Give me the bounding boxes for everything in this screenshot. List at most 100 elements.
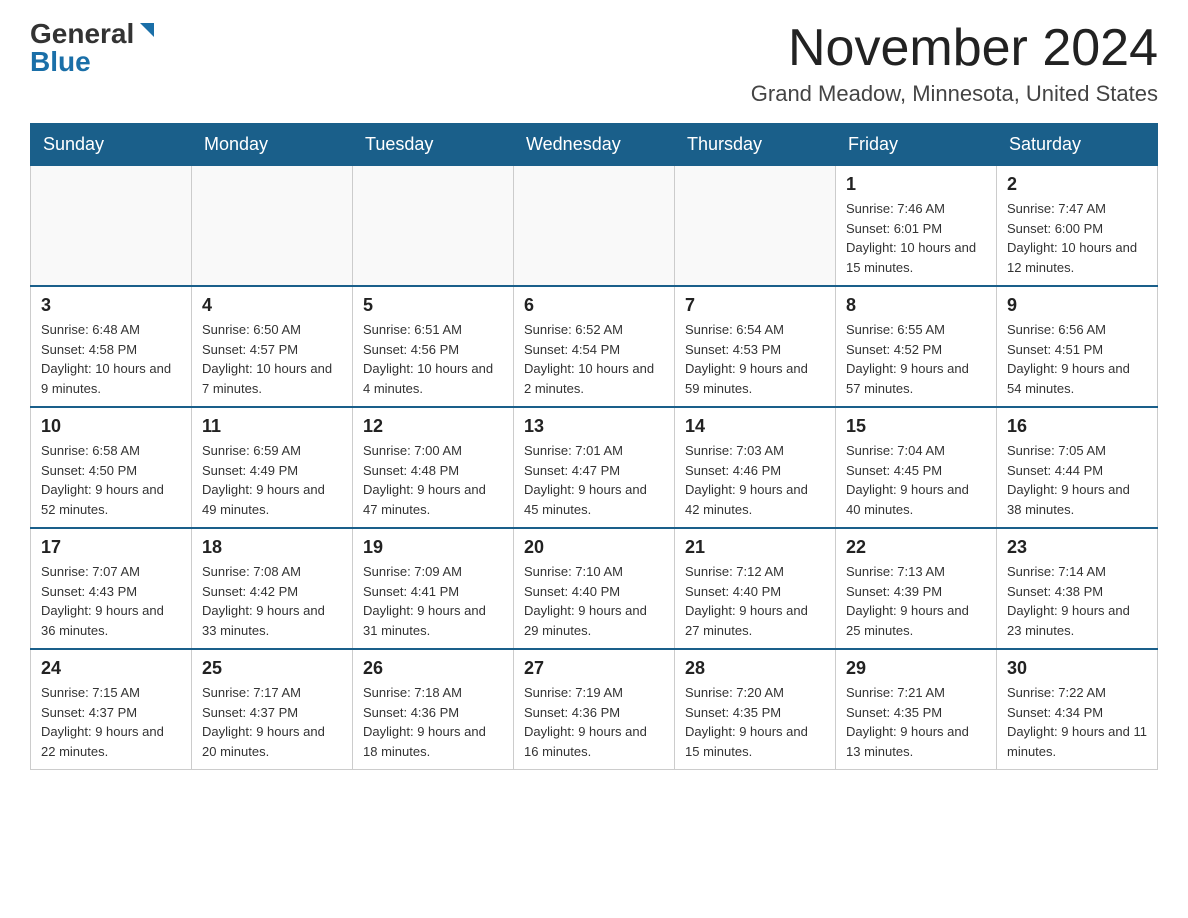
- calendar-cell: 7Sunrise: 6:54 AMSunset: 4:53 PMDaylight…: [675, 286, 836, 407]
- logo-general-text: General: [30, 20, 134, 48]
- calendar-cell: 21 Sunrise: 7:12 AMSunset: 4:40 PMDayligh…: [675, 528, 836, 649]
- day-number: 6: [524, 295, 664, 316]
- day-number: 3: [41, 295, 181, 316]
- calendar-cell: [353, 166, 514, 287]
- day-number: 17: [41, 537, 181, 558]
- column-header-monday: Monday: [192, 124, 353, 166]
- calendar-cell: 14Sunrise: 7:03 AMSunset: 4:46 PMDayligh…: [675, 407, 836, 528]
- day-number: 24: [41, 658, 181, 679]
- calendar-cell: 1 Sunrise: 7:46 AMSunset: 6:01 PMDaylight…: [836, 166, 997, 287]
- day-info: Sunrise: 7:18 AMSunset: 4:36 PMDaylight:…: [363, 683, 503, 761]
- column-header-sunday: Sunday: [31, 124, 192, 166]
- logo-blue-text: Blue: [30, 48, 91, 76]
- day-info: Sunrise: 7:07 AMSunset: 4:43 PMDaylight:…: [41, 562, 181, 640]
- week-row-2: 3 Sunrise: 6:48 AMSunset: 4:58 PMDaylight…: [31, 286, 1158, 407]
- day-info: Sunrise: 7:03 AMSunset: 4:46 PMDaylight:…: [685, 441, 825, 519]
- calendar-cell: 15 Sunrise: 7:04 AMSunset: 4:45 PMDayligh…: [836, 407, 997, 528]
- calendar-cell: 12 Sunrise: 7:00 AMSunset: 4:48 PMDayligh…: [353, 407, 514, 528]
- day-number: 29: [846, 658, 986, 679]
- day-info: Sunrise: 7:20 AMSunset: 4:35 PMDaylight:…: [685, 683, 825, 761]
- day-number: 30: [1007, 658, 1147, 679]
- day-info: Sunrise: 7:47 AMSunset: 6:00 PMDaylight:…: [1007, 199, 1147, 277]
- day-number: 1: [846, 174, 986, 195]
- day-number: 10: [41, 416, 181, 437]
- day-info: Sunrise: 7:15 AMSunset: 4:37 PMDaylight:…: [41, 683, 181, 761]
- calendar-cell: 23Sunrise: 7:14 AMSunset: 4:38 PMDayligh…: [997, 528, 1158, 649]
- day-number: 18: [202, 537, 342, 558]
- day-info: Sunrise: 6:48 AMSunset: 4:58 PMDaylight:…: [41, 320, 181, 398]
- calendar-cell: 9 Sunrise: 6:56 AMSunset: 4:51 PMDaylight…: [997, 286, 1158, 407]
- day-number: 4: [202, 295, 342, 316]
- day-info: Sunrise: 7:12 AMSunset: 4:40 PMDaylight:…: [685, 562, 825, 640]
- day-info: Sunrise: 7:00 AMSunset: 4:48 PMDaylight:…: [363, 441, 503, 519]
- day-info: Sunrise: 7:05 AMSunset: 4:44 PMDaylight:…: [1007, 441, 1147, 519]
- day-number: 11: [202, 416, 342, 437]
- day-info: Sunrise: 6:51 AMSunset: 4:56 PMDaylight:…: [363, 320, 503, 398]
- week-row-4: 17 Sunrise: 7:07 AMSunset: 4:43 PMDayligh…: [31, 528, 1158, 649]
- week-row-3: 10 Sunrise: 6:58 AMSunset: 4:50 PMDayligh…: [31, 407, 1158, 528]
- day-info: Sunrise: 7:09 AMSunset: 4:41 PMDaylight:…: [363, 562, 503, 640]
- column-header-saturday: Saturday: [997, 124, 1158, 166]
- day-info: Sunrise: 6:56 AMSunset: 4:51 PMDaylight:…: [1007, 320, 1147, 398]
- calendar-cell: 17 Sunrise: 7:07 AMSunset: 4:43 PMDayligh…: [31, 528, 192, 649]
- calendar-cell: [192, 166, 353, 287]
- day-info: Sunrise: 7:04 AMSunset: 4:45 PMDaylight:…: [846, 441, 986, 519]
- day-number: 28: [685, 658, 825, 679]
- column-header-tuesday: Tuesday: [353, 124, 514, 166]
- calendar-cell: 28 Sunrise: 7:20 AMSunset: 4:35 PMDayligh…: [675, 649, 836, 770]
- calendar-cell: 19 Sunrise: 7:09 AMSunset: 4:41 PMDayligh…: [353, 528, 514, 649]
- calendar-cell: 11Sunrise: 6:59 AMSunset: 4:49 PMDayligh…: [192, 407, 353, 528]
- day-info: Sunrise: 6:52 AMSunset: 4:54 PMDaylight:…: [524, 320, 664, 398]
- calendar-cell: 6 Sunrise: 6:52 AMSunset: 4:54 PMDaylight…: [514, 286, 675, 407]
- calendar-cell: 22 Sunrise: 7:13 AMSunset: 4:39 PMDayligh…: [836, 528, 997, 649]
- logo-arrow-icon: [136, 21, 158, 43]
- calendar-cell: 25Sunrise: 7:17 AMSunset: 4:37 PMDayligh…: [192, 649, 353, 770]
- day-info: Sunrise: 7:08 AMSunset: 4:42 PMDaylight:…: [202, 562, 342, 640]
- day-number: 8: [846, 295, 986, 316]
- calendar-cell: 4Sunrise: 6:50 AMSunset: 4:57 PMDaylight…: [192, 286, 353, 407]
- calendar-cell: 27Sunrise: 7:19 AMSunset: 4:36 PMDayligh…: [514, 649, 675, 770]
- calendar-cell: 8Sunrise: 6:55 AMSunset: 4:52 PMDaylight…: [836, 286, 997, 407]
- day-number: 22: [846, 537, 986, 558]
- day-number: 12: [363, 416, 503, 437]
- day-info: Sunrise: 7:21 AMSunset: 4:35 PMDaylight:…: [846, 683, 986, 761]
- day-number: 9: [1007, 295, 1147, 316]
- day-number: 26: [363, 658, 503, 679]
- calendar-cell: 3 Sunrise: 6:48 AMSunset: 4:58 PMDaylight…: [31, 286, 192, 407]
- day-info: Sunrise: 6:58 AMSunset: 4:50 PMDaylight:…: [41, 441, 181, 519]
- day-number: 19: [363, 537, 503, 558]
- calendar-cell: [675, 166, 836, 287]
- day-number: 13: [524, 416, 664, 437]
- calendar-cell: 26 Sunrise: 7:18 AMSunset: 4:36 PMDayligh…: [353, 649, 514, 770]
- calendar-cell: 29 Sunrise: 7:21 AMSunset: 4:35 PMDayligh…: [836, 649, 997, 770]
- week-row-1: 1 Sunrise: 7:46 AMSunset: 6:01 PMDaylight…: [31, 166, 1158, 287]
- day-number: 16: [1007, 416, 1147, 437]
- day-number: 15: [846, 416, 986, 437]
- calendar-cell: 24 Sunrise: 7:15 AMSunset: 4:37 PMDayligh…: [31, 649, 192, 770]
- column-header-wednesday: Wednesday: [514, 124, 675, 166]
- day-info: Sunrise: 7:46 AMSunset: 6:01 PMDaylight:…: [846, 199, 986, 277]
- day-number: 20: [524, 537, 664, 558]
- day-number: 25: [202, 658, 342, 679]
- day-number: 21: [685, 537, 825, 558]
- calendar-cell: 13Sunrise: 7:01 AMSunset: 4:47 PMDayligh…: [514, 407, 675, 528]
- day-info: Sunrise: 7:19 AMSunset: 4:36 PMDaylight:…: [524, 683, 664, 761]
- day-headers-row: SundayMondayTuesdayWednesdayThursdayFrid…: [31, 124, 1158, 166]
- day-number: 7: [685, 295, 825, 316]
- logo: General Blue: [30, 20, 158, 76]
- calendar-cell: [514, 166, 675, 287]
- day-number: 2: [1007, 174, 1147, 195]
- calendar-cell: 16 Sunrise: 7:05 AMSunset: 4:44 PMDayligh…: [997, 407, 1158, 528]
- day-number: 23: [1007, 537, 1147, 558]
- calendar-cell: 10 Sunrise: 6:58 AMSunset: 4:50 PMDayligh…: [31, 407, 192, 528]
- header: General Blue November 2024 Grand Meadow,…: [30, 20, 1158, 107]
- column-header-friday: Friday: [836, 124, 997, 166]
- column-header-thursday: Thursday: [675, 124, 836, 166]
- day-info: Sunrise: 7:13 AMSunset: 4:39 PMDaylight:…: [846, 562, 986, 640]
- calendar-cell: 2 Sunrise: 7:47 AMSunset: 6:00 PMDaylight…: [997, 166, 1158, 287]
- calendar-cell: 18 Sunrise: 7:08 AMSunset: 4:42 PMDayligh…: [192, 528, 353, 649]
- day-info: Sunrise: 7:10 AMSunset: 4:40 PMDaylight:…: [524, 562, 664, 640]
- month-title: November 2024: [751, 20, 1158, 77]
- location-title: Grand Meadow, Minnesota, United States: [751, 81, 1158, 107]
- title-area: November 2024 Grand Meadow, Minnesota, U…: [751, 20, 1158, 107]
